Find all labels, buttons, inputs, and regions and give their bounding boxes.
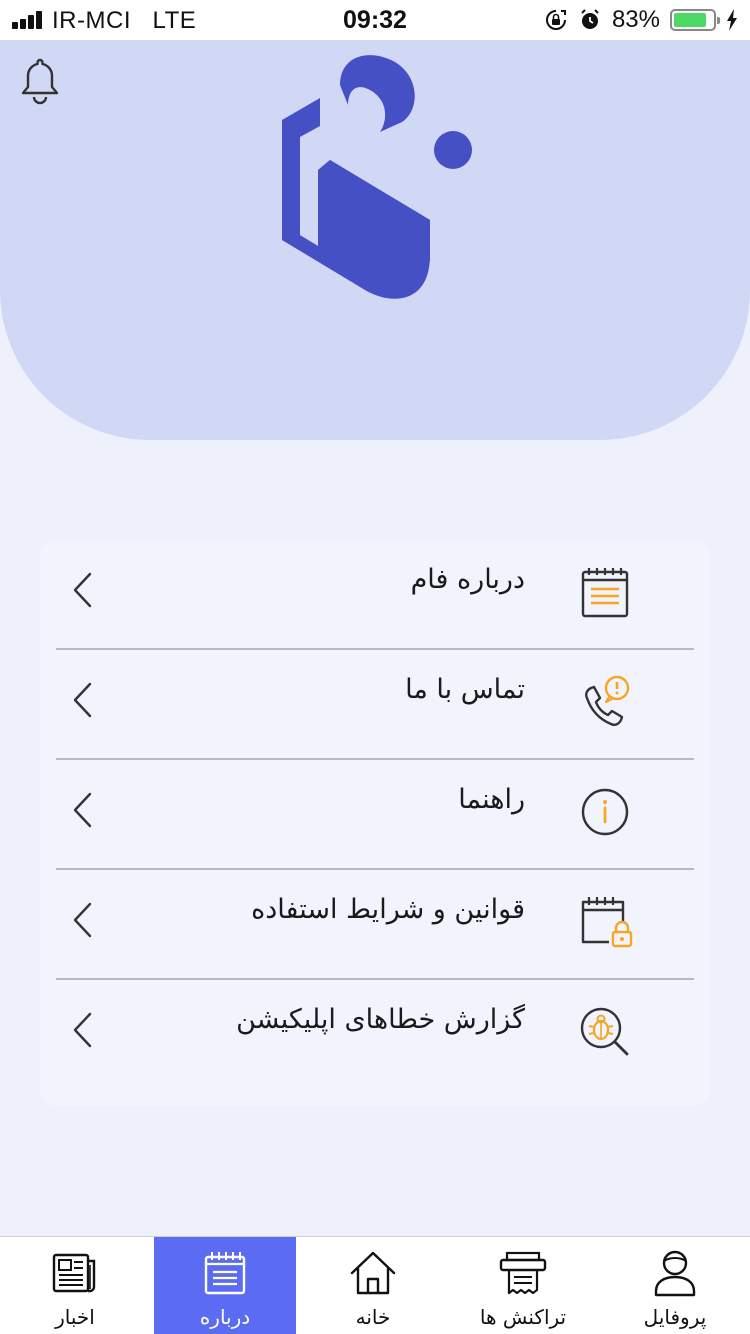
about-menu-card: درباره فام تماس با ما راهنما قوانین و شر… [40,540,710,1106]
menu-item-label: تماس با ما [405,674,525,705]
charging-bolt-icon [727,9,737,31]
chevron-left-icon [73,792,92,828]
tab-transactions[interactable]: تراکنش ها [452,1237,594,1334]
bottom-tab-bar: اخبار درباره خانه تراکنش ها پروفایل [0,1236,750,1334]
battery-fill [674,13,706,27]
menu-item-label: گزارش خطاهای اپلیکیشن [236,1004,525,1035]
newspaper-icon [52,1253,96,1293]
tab-label: خانه [355,1305,391,1329]
battery-icon [670,9,720,31]
document-lock-icon [581,897,633,948]
notepad-icon [581,568,629,618]
rotation-lock-icon [545,10,566,30]
menu-item-about-fam[interactable]: درباره فام [40,540,710,650]
user-icon [654,1250,696,1297]
bug-search-icon [580,1007,629,1056]
tab-label: تراکنش ها [479,1305,567,1329]
menu-item-label: راهنما [458,784,525,815]
home-icon [350,1251,396,1295]
receipt-printer-icon [499,1251,547,1295]
fam-logo [282,55,472,299]
chevron-left-icon [73,1012,92,1048]
tab-news[interactable]: اخبار [4,1237,146,1334]
chevron-left-icon [73,682,92,718]
info-icon [581,788,629,836]
tab-profile[interactable]: پروفایل [604,1237,746,1334]
tab-about[interactable]: درباره [154,1237,296,1334]
phone-alert-icon [585,675,630,726]
tab-label: پروفایل [643,1305,707,1329]
notepad-icon [204,1252,246,1295]
tab-label: اخبار [55,1305,95,1329]
menu-item-guide[interactable]: راهنما [40,760,710,870]
status-bar: IR-MCI LTE 09:32 83% [0,0,750,40]
alarm-icon [581,9,599,29]
menu-item-label: درباره فام [410,564,525,595]
menu-item-label: قوانین و شرایط استفاده [251,894,525,925]
menu-item-contact-us[interactable]: تماس با ما [40,650,710,760]
chevron-left-icon [73,902,92,938]
chevron-left-icon [73,572,92,608]
status-right: 83% [544,6,738,34]
battery-percent: 83% [611,6,660,33]
tab-label: درباره [199,1305,251,1329]
menu-item-bug-report[interactable]: گزارش خطاهای اپلیکیشن [40,980,710,1090]
bell-icon[interactable] [18,56,62,106]
menu-item-terms[interactable]: قوانین و شرایط استفاده [40,870,710,980]
tab-home[interactable]: خانه [302,1237,444,1334]
